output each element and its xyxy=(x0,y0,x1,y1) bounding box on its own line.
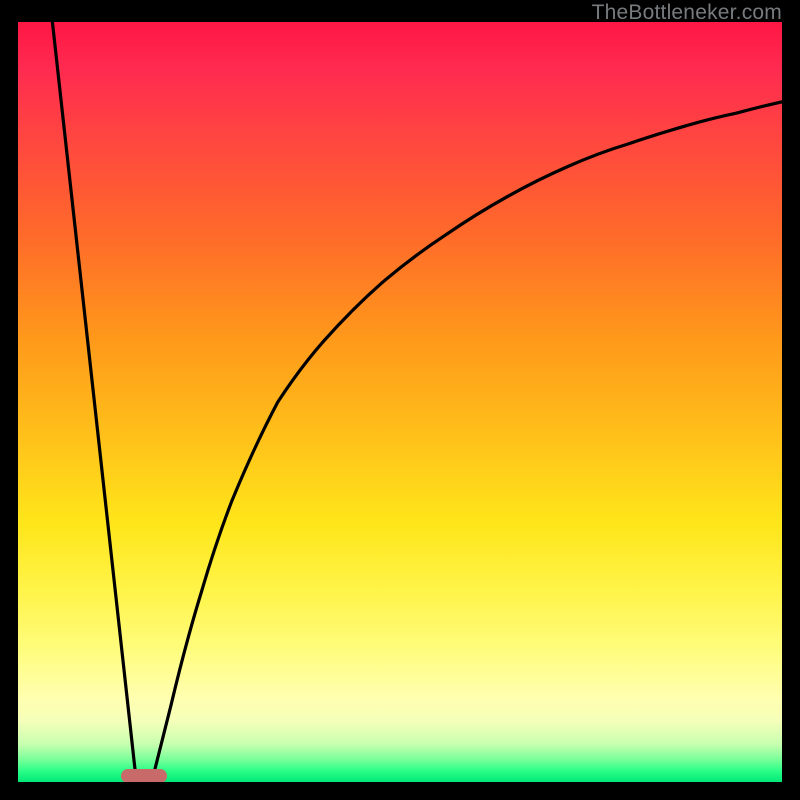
plot-area xyxy=(18,22,782,782)
series-right-branch xyxy=(152,102,782,782)
chart-curves xyxy=(18,22,782,782)
chart-frame: TheBottleneker.com xyxy=(0,0,800,800)
minimum-marker xyxy=(121,769,167,782)
series-left-branch xyxy=(52,22,136,782)
